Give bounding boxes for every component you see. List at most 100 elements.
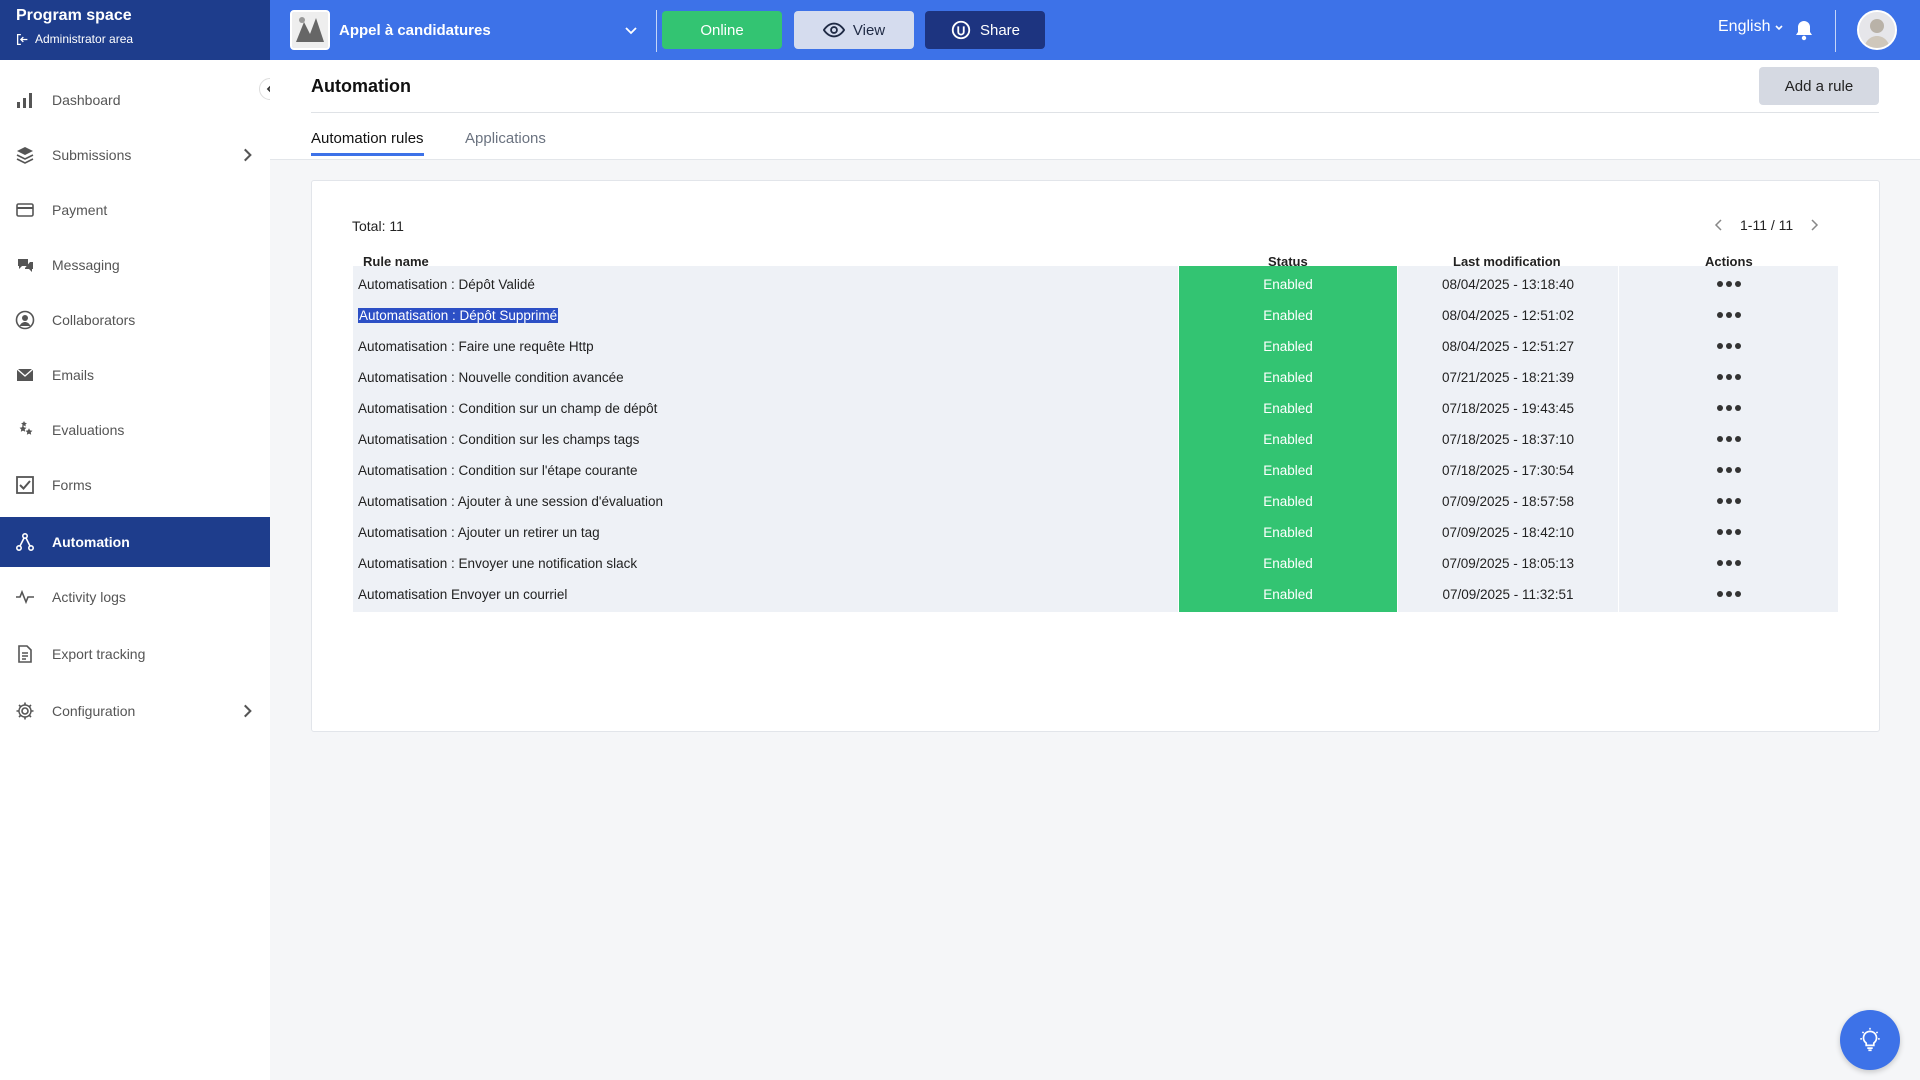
eye-icon [822, 22, 845, 38]
row-actions-button[interactable] [1619, 576, 1838, 612]
sidebar-item-activity-logs[interactable]: Activity logs [0, 572, 270, 622]
rule-name: Automatisation : Nouvelle condition avan… [358, 369, 624, 385]
tab-applications[interactable]: Applications [465, 130, 546, 147]
sidebar-item-label: Dashboard [52, 92, 121, 108]
more-icon [1716, 405, 1741, 411]
more-icon [1716, 529, 1741, 535]
sidebar-item-label: Automation [52, 534, 130, 550]
page-header: Automation Add a rule Automation rules A… [270, 60, 1920, 160]
sidebar-item-messaging[interactable]: Messaging [0, 240, 270, 290]
more-icon [1716, 560, 1741, 566]
table-row[interactable]: Automatisation Envoyer un courriel Enable… [353, 576, 1838, 612]
pagination: 1-11 / 11 [1712, 217, 1821, 233]
view-button[interactable]: View [794, 11, 914, 49]
rule-name: Automatisation : Envoyer une notificatio… [358, 555, 638, 571]
program-selector[interactable]: Appel à candidatures [290, 10, 645, 50]
sidebar: Dashboard Submissions Payment Messaging … [0, 60, 270, 1080]
admin-area-link[interactable]: Administrator area [16, 32, 254, 46]
divider [1835, 10, 1836, 52]
last-modification-cell: 07/09/2025 - 11:32:51 [1398, 576, 1618, 612]
layers-icon [16, 147, 34, 164]
rule-name: Automatisation : Faire une requête Http [358, 338, 594, 354]
rule-name-cell[interactable]: Automatisation Envoyer un courriel [353, 576, 1178, 612]
more-icon [1716, 343, 1741, 349]
program-thumbnail [290, 10, 330, 50]
chevron-down-icon [625, 27, 637, 35]
status-badge: Enabled [1179, 576, 1397, 612]
language-label: English [1718, 18, 1771, 35]
more-icon [1716, 467, 1741, 473]
rule-name: Automatisation : Condition sur les champ… [358, 431, 640, 447]
rule-name: Automatisation : Dépôt Validé [358, 276, 535, 292]
sidebar-item-dashboard[interactable]: Dashboard [0, 75, 270, 125]
sidebar-item-evaluations[interactable]: Evaluations [0, 405, 270, 455]
pagination-label: 1-11 / 11 [1740, 217, 1794, 233]
user-circle-icon [15, 310, 35, 330]
language-selector[interactable]: English [1718, 18, 1784, 36]
sidebar-item-payment[interactable]: Payment [0, 185, 270, 235]
rule-name: Automatisation Envoyer un courriel [358, 586, 568, 602]
tab-automation-rules[interactable]: Automation rules [311, 130, 424, 156]
more-icon [1716, 312, 1741, 318]
chevron-right-icon [244, 148, 252, 162]
sidebar-item-label: Export tracking [52, 646, 146, 662]
brand-title: Program space [16, 7, 132, 24]
automation-icon [15, 532, 35, 552]
help-button[interactable] [1840, 1010, 1900, 1070]
chevron-left-icon[interactable] [1712, 218, 1726, 232]
sidebar-item-configuration[interactable]: Configuration [0, 686, 270, 736]
divider [311, 112, 1879, 113]
bar-chart-icon [17, 93, 32, 108]
rule-name: Automatisation : Condition sur l'étape c… [358, 462, 638, 478]
sidebar-item-label: Activity logs [52, 589, 126, 605]
sidebar-item-label: Emails [52, 367, 95, 383]
chevron-right-icon [244, 704, 252, 718]
sidebar-item-label: Forms [52, 477, 92, 493]
chevron-right-icon[interactable] [1807, 218, 1821, 232]
exit-icon [16, 33, 28, 45]
sidebar-item-emails[interactable]: Emails [0, 350, 270, 400]
sidebar-item-collaborators[interactable]: Collaborators [0, 295, 270, 345]
brand-area[interactable]: Program space Administrator area [0, 0, 270, 60]
avatar[interactable] [1857, 10, 1897, 50]
rule-name: Automatisation : Condition sur un champ … [358, 400, 658, 416]
bell-icon[interactable] [1794, 19, 1814, 41]
online-label: Online [700, 21, 744, 39]
more-icon [1716, 591, 1741, 597]
caret-down-icon [1775, 25, 1784, 31]
lightbulb-icon [1860, 1027, 1880, 1052]
add-rule-button[interactable]: Add a rule [1759, 67, 1879, 105]
pulse-icon [16, 589, 34, 605]
divider [656, 10, 657, 52]
sidebar-item-label: Payment [52, 202, 108, 218]
top-bar: Program space Administrator area Appel à… [0, 0, 1920, 60]
checkbox-icon [16, 476, 34, 494]
more-icon [1716, 281, 1741, 287]
chat-icon [18, 259, 33, 272]
total-count: Total: 11 [352, 218, 404, 234]
share-label: Share [979, 21, 1021, 39]
share-icon [951, 20, 971, 40]
online-button[interactable]: Online [662, 11, 782, 49]
sidebar-item-automation[interactable]: Automation [0, 517, 270, 567]
rule-name: Automatisation : Dépôt Supprimé [358, 307, 559, 323]
sidebar-item-forms[interactable]: Forms [0, 460, 270, 510]
share-button[interactable]: Share [925, 11, 1045, 49]
envelope-icon [16, 368, 34, 381]
sidebar-item-label: Submissions [52, 147, 132, 163]
sidebar-item-label: Evaluations [52, 422, 125, 438]
stars-icon [19, 421, 33, 435]
page-title: Automation [311, 76, 411, 96]
document-icon [18, 645, 32, 663]
gear-icon [16, 702, 34, 720]
program-name: Appel à candidatures [339, 21, 491, 39]
rule-name: Automatisation : Ajouter à une session d… [358, 493, 664, 509]
rule-name: Automatisation : Ajouter un retirer un t… [358, 524, 600, 540]
sidebar-item-label: Messaging [52, 257, 120, 273]
sidebar-item-export-tracking[interactable]: Export tracking [0, 629, 270, 679]
view-label: View [852, 21, 886, 39]
sidebar-item-submissions[interactable]: Submissions [0, 130, 270, 180]
more-icon [1716, 498, 1741, 504]
more-icon [1716, 374, 1741, 380]
credit-card-icon [16, 203, 34, 217]
